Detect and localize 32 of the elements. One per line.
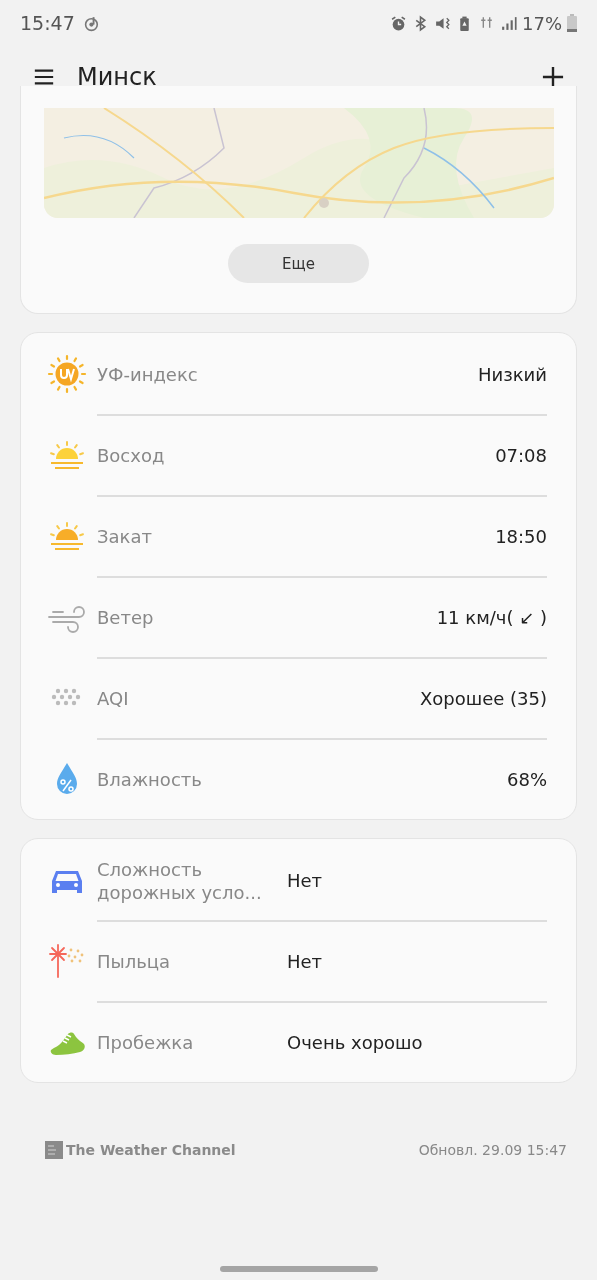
updated-time: Обновл. 29.09 15:47 — [418, 1142, 567, 1158]
city-title: Минск — [77, 63, 157, 91]
detail-label: Закат — [97, 525, 153, 548]
index-label: Пыльца — [97, 950, 172, 973]
signal-icon — [500, 14, 517, 32]
detail-value: Низкий — [477, 364, 547, 385]
menu-icon[interactable] — [33, 66, 55, 88]
weather-channel-logo-icon — [45, 1141, 63, 1159]
provider-name: The Weather Channel — [66, 1142, 236, 1158]
alarm-clock-icon — [390, 14, 407, 32]
detail-value: 07:08 — [495, 445, 547, 466]
detail-label: УФ-индекс — [97, 363, 199, 386]
battery-icon — [567, 14, 577, 32]
detail-value: 11 км/ч( ↙ ) — [436, 607, 547, 628]
index-value: Очень хорошо — [287, 1032, 423, 1053]
music-note-icon — [83, 14, 101, 32]
uv-sun-icon — [47, 353, 87, 394]
detail-label: Ветер — [97, 606, 155, 629]
index-label: Сложность дорожных усло... — [97, 857, 263, 904]
detail-label: Влажность — [97, 768, 203, 791]
status-time: 15:47 — [20, 12, 75, 34]
detail-value: Хорошее (35) — [419, 688, 547, 709]
add-icon[interactable] — [542, 66, 564, 88]
detail-value: 18:50 — [495, 526, 547, 547]
battery-percent: 17% — [522, 12, 562, 34]
index-value: Нет — [287, 951, 323, 972]
detail-value: 68% — [507, 769, 547, 790]
detail-label: Восход — [97, 444, 166, 467]
detail-label: AQI — [97, 687, 130, 710]
more-button[interactable]: Еще — [228, 244, 369, 283]
index-value: Нет — [287, 870, 323, 891]
index-label: Пробежка — [97, 1031, 195, 1054]
